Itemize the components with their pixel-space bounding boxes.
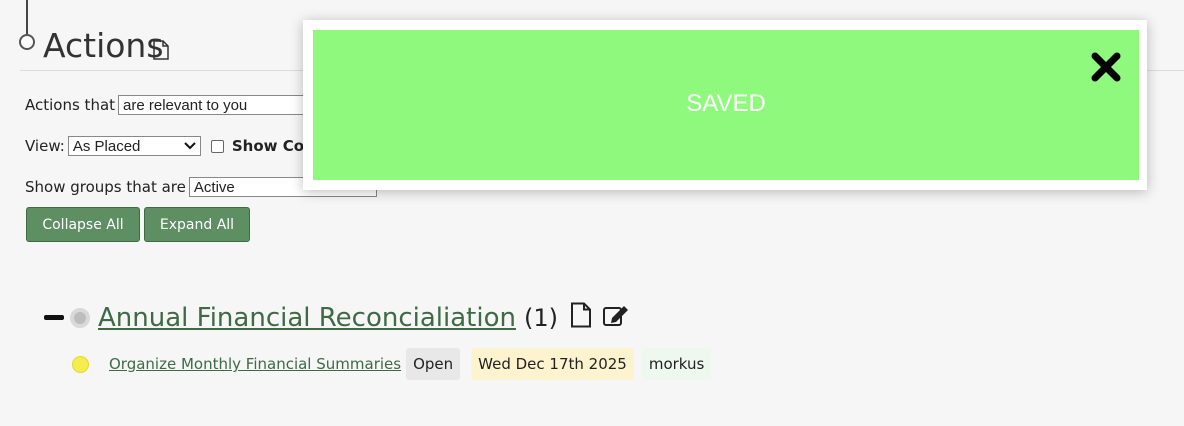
timeline-line (26, 0, 28, 34)
edit-icon[interactable] (602, 303, 630, 332)
collapse-all-button[interactable]: Collapse All (26, 207, 140, 242)
document-icon[interactable] (570, 302, 592, 333)
item-status-dot (72, 355, 89, 373)
actions-filter-row: Actions that are relevant to you (25, 95, 309, 115)
timeline-node (19, 34, 35, 50)
group-row: Annual Financial Reconcialiation (1) (44, 302, 630, 333)
actions-filter-select[interactable]: are relevant to you (118, 95, 309, 115)
view-value: As Placed (72, 137, 141, 155)
expand-all-button[interactable]: Expand All (144, 207, 250, 242)
chevron-down-icon (184, 139, 196, 153)
actions-filter-label: Actions that (25, 96, 116, 114)
status-badge: Open (406, 348, 461, 380)
assignee-badge: morkus (641, 348, 712, 380)
list-item: Organize Monthly Financial Summaries Ope… (72, 348, 712, 380)
close-icon[interactable] (1090, 51, 1122, 83)
groups-filter-value: Active (193, 178, 235, 196)
group-status-icon (70, 307, 90, 328)
view-select[interactable]: As Placed (67, 136, 201, 156)
item-title-link[interactable]: Organize Monthly Financial Summaries (109, 355, 401, 373)
collapse-group-icon[interactable] (44, 315, 64, 320)
show-completed-label: Show Co (231, 137, 305, 155)
page-title: Actions (43, 26, 164, 65)
group-count: (1) (523, 303, 558, 332)
view-label: View: (25, 137, 65, 155)
view-row: View: As Placed Show Co (25, 136, 304, 156)
actions-filter-value: are relevant to you (123, 96, 248, 114)
show-completed-checkbox[interactable] (210, 139, 224, 153)
actions-page: Actions Actions that are relevant to you… (0, 0, 1184, 426)
document-icon[interactable] (152, 40, 170, 65)
saved-notification-body: SAVED (313, 30, 1139, 180)
due-date-badge: Wed Dec 17th 2025 (471, 348, 634, 380)
saved-message: SAVED (686, 90, 766, 117)
groups-filter-label: Show groups that are (25, 178, 186, 196)
saved-notification: SAVED (303, 20, 1147, 190)
group-title-link[interactable]: Annual Financial Reconcialiation (98, 303, 516, 333)
